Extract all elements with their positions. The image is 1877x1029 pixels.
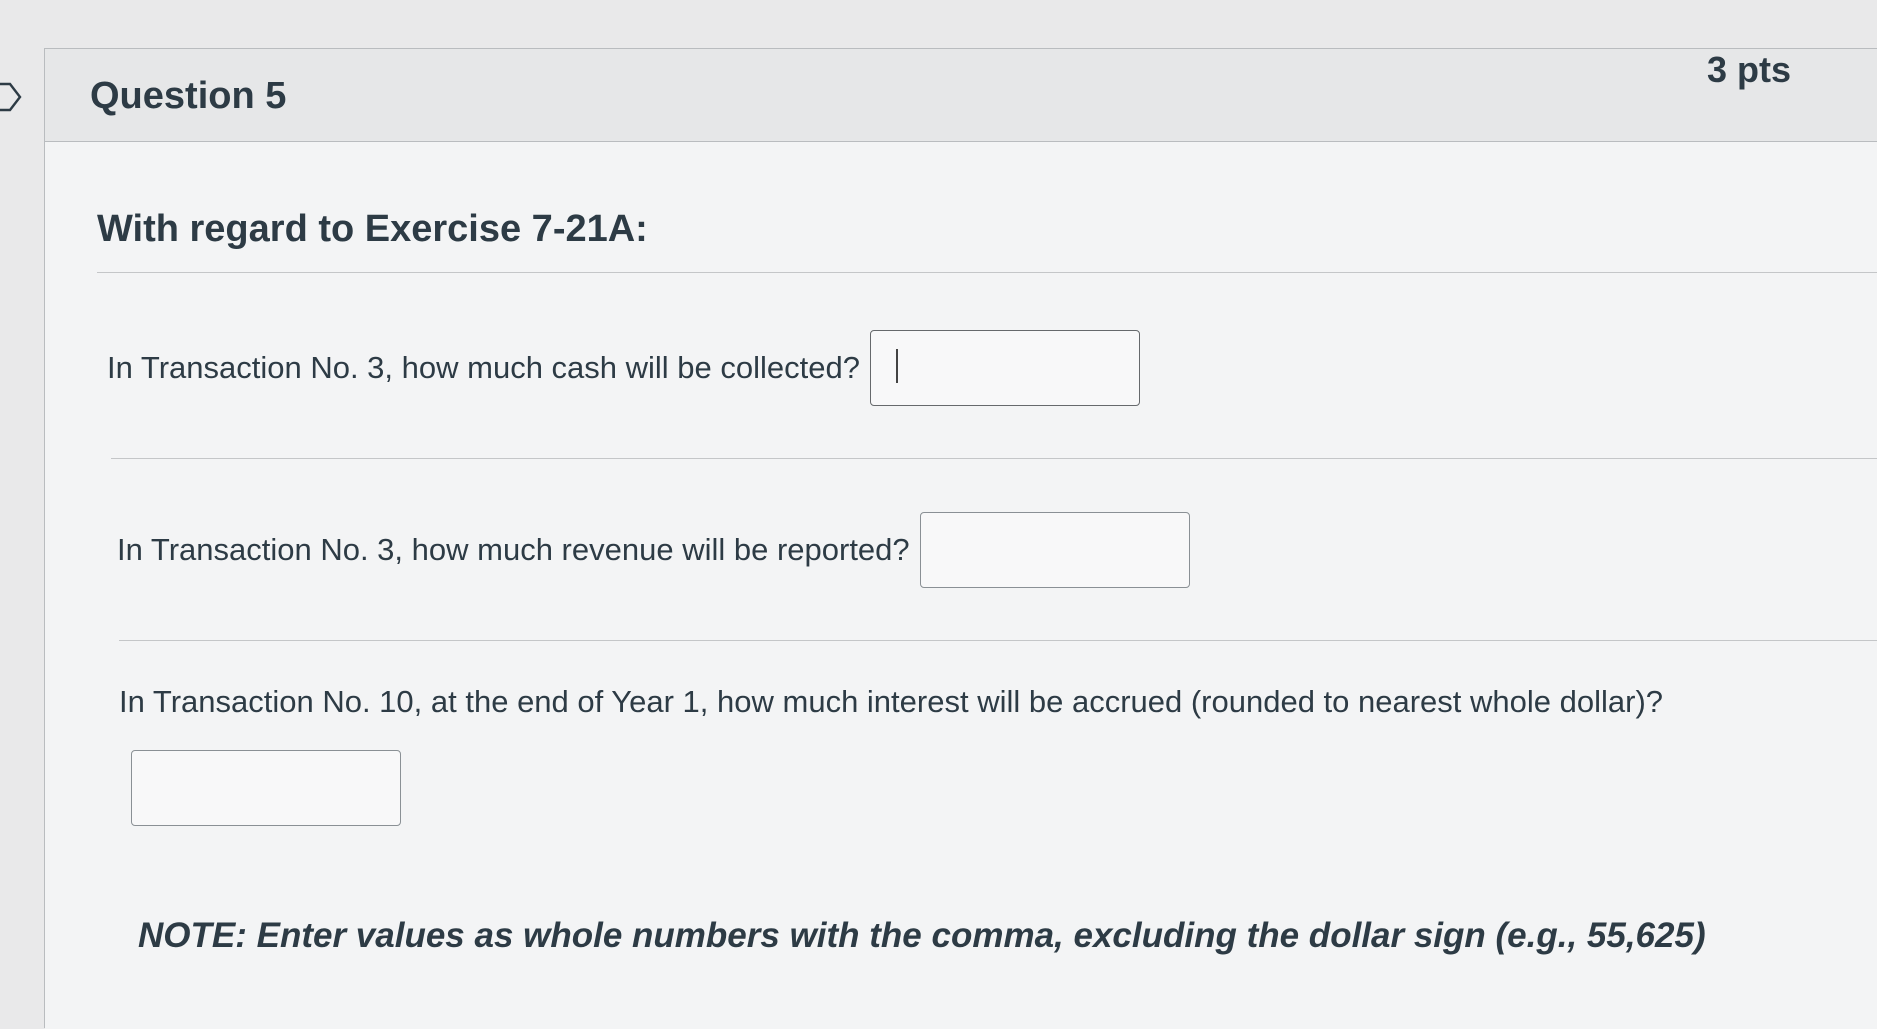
interest-accrued-input[interactable] bbox=[131, 750, 401, 826]
question-title: Question 5 bbox=[90, 75, 287, 117]
question-body: With regard to Exercise 7-21A: In Transa… bbox=[45, 142, 1877, 1029]
divider bbox=[119, 640, 1877, 641]
question-header: Question 5 3 pts bbox=[45, 49, 1877, 142]
divider bbox=[97, 272, 1877, 273]
quiz-page: Question 5 3 pts With regard to Exercise… bbox=[0, 0, 1877, 1029]
revenue-reported-input[interactable] bbox=[919, 512, 1190, 588]
cash-collected-input[interactable] bbox=[870, 330, 1140, 406]
question-points: 3 pts bbox=[1706, 49, 1791, 90]
question-item-2-label: In Transaction No. 3, how much revenue w… bbox=[117, 532, 910, 567]
question-item-1-label: In Transaction No. 3, how much cash will… bbox=[107, 350, 860, 385]
text-cursor bbox=[896, 349, 898, 383]
question-intro: With regard to Exercise 7-21A: bbox=[97, 208, 648, 250]
question-item-3-label: In Transaction No. 10, at the end of Yea… bbox=[119, 684, 1664, 719]
divider bbox=[111, 458, 1877, 459]
question-item-2: In Transaction No. 3, how much revenue w… bbox=[117, 512, 1190, 588]
bookmark-flag-icon[interactable] bbox=[0, 80, 24, 114]
question-note: NOTE: Enter values as whole numbers with… bbox=[138, 916, 1706, 955]
question-card: Question 5 3 pts With regard to Exercise… bbox=[44, 48, 1877, 1029]
question-item-1: In Transaction No. 3, how much cash will… bbox=[107, 330, 1140, 406]
